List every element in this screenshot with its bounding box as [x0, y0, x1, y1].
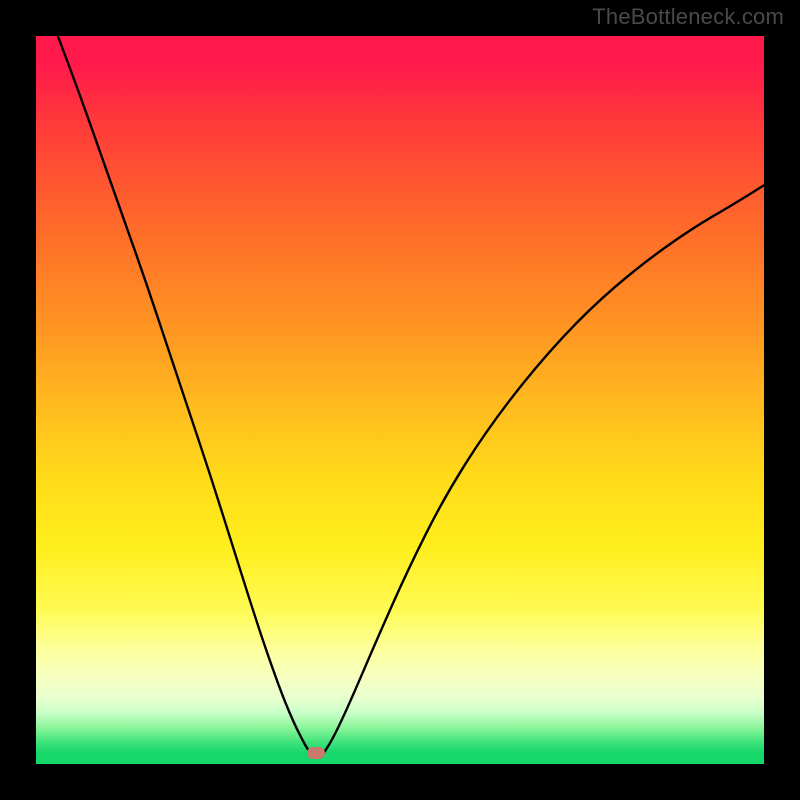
optimum-marker	[307, 747, 325, 759]
curve-right-branch	[324, 185, 764, 753]
chart-frame: TheBottleneck.com	[0, 0, 800, 800]
bottleneck-curve	[36, 36, 764, 764]
plot-area	[36, 36, 764, 764]
curve-left-branch	[58, 36, 311, 754]
watermark-text: TheBottleneck.com	[592, 4, 784, 30]
